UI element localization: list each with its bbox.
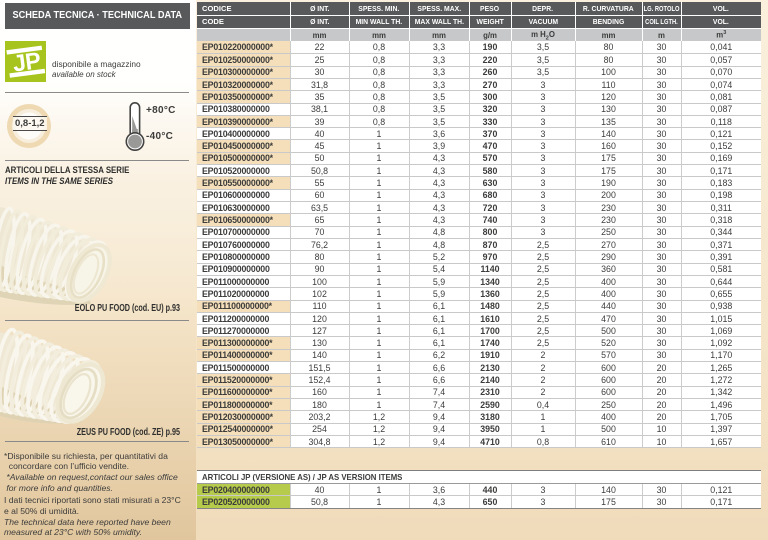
svg-text:JP: JP [11, 47, 42, 76]
